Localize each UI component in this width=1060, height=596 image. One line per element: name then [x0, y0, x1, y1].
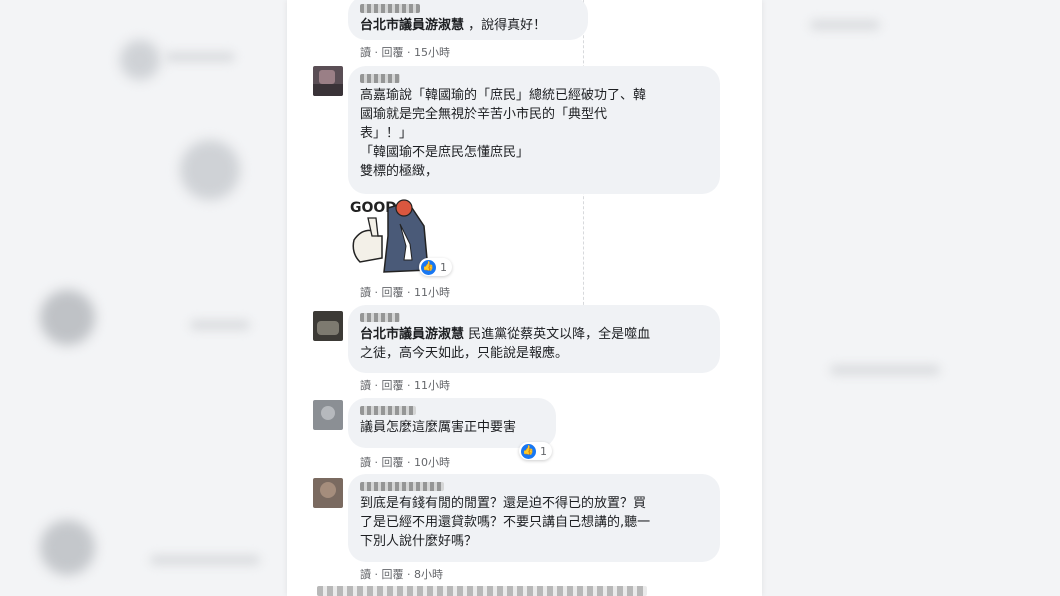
timestamp[interactable]: 8小時 [414, 568, 443, 581]
comment-thread-panel: 台北市議員游淑慧 ，說得真好！ 讀 · 回覆 · 15小時 高嘉瑜說「韓國瑜的「… [287, 0, 762, 596]
reply-action[interactable]: 回覆 [382, 456, 404, 469]
avatar[interactable] [313, 311, 343, 341]
reply-action[interactable]: 回覆 [382, 568, 404, 581]
reply-action[interactable]: 回覆 [382, 286, 404, 299]
comment-line: 到底是有錢有閒的閒置？還是迫不得已的放置？買 [360, 496, 647, 511]
reaction-count[interactable]: 👍 1 [419, 258, 452, 276]
comment-meta: 讀 · 回覆 · 11小時 [360, 286, 450, 299]
comment-meta: 讀 · 回覆 · 15小時 [360, 46, 450, 59]
reaction-count[interactable]: 👍 1 [519, 442, 552, 460]
comment-line: 了是已經不用還貸款嗎？不要只講自己想講的,聽一 [360, 515, 651, 530]
timestamp[interactable]: 11小時 [414, 379, 450, 392]
comment-line: 「韓國瑜不是庶民怎懂庶民」 [360, 145, 530, 160]
comment-line: 下別人說什麼好嗎？ [360, 534, 478, 549]
thumbs-up-icon: 👍 [521, 443, 536, 459]
like-action[interactable]: 讀 [360, 286, 371, 299]
comment-line: 民進黨從蔡英文以降，全是噬血 [464, 327, 651, 342]
reply-action[interactable]: 回覆 [382, 379, 404, 392]
like-action[interactable]: 讀 [360, 379, 371, 392]
avatar[interactable] [313, 66, 343, 96]
comment-line: 高嘉瑜說「韓國瑜的「庶民」總統已經破功了、韓 [360, 88, 647, 103]
timestamp[interactable]: 15小時 [414, 46, 450, 59]
comment-meta: 讀 · 回覆 · 8小時 [360, 568, 443, 581]
comment-meta: 讀 · 回覆 · 11小時 [360, 379, 450, 392]
blurred-footer-text [317, 586, 647, 596]
mention-tag[interactable]: 台北市議員游淑慧 [360, 18, 464, 33]
comment-bubble: 台北市議員游淑慧 民進黨從蔡英文以降，全是噬血 之徒，高今天如此，只能說是報應。 [348, 305, 720, 373]
comment-bubble: 高嘉瑜說「韓國瑜的「庶民」總統已經破功了、韓 國瑜就是完全無視於辛苦小市民的「典… [348, 66, 720, 194]
reply-action[interactable]: 回覆 [382, 46, 404, 59]
comment-line: 國瑜就是完全無視於辛苦小市民的「典型代 [360, 107, 608, 122]
avatar[interactable] [313, 478, 343, 508]
comment-line: 議員怎麼這麼厲害正中要害 [360, 420, 517, 435]
comment-line: 表」！」 [360, 126, 413, 141]
timestamp[interactable]: 10小時 [414, 456, 450, 469]
comment-bubble: 台北市議員游淑慧 ，說得真好！ [348, 0, 588, 40]
timestamp[interactable]: 11小時 [414, 286, 450, 299]
comment-bubble: 到底是有錢有閒的閒置？還是迫不得已的放置？買 了是已經不用還貸款嗎？不要只講自己… [348, 474, 720, 562]
comment-meta: 讀 · 回覆 · 10小時 [360, 456, 450, 469]
comment-text: ，說得真好！ [464, 18, 547, 33]
like-action[interactable]: 讀 [360, 456, 371, 469]
comment-bubble: 議員怎麼這麼厲害正中要害 [348, 398, 556, 448]
comment-line: 雙標的極緻， [360, 164, 439, 179]
comment-line: 之徒，高今天如此，只能說是報應。 [360, 346, 569, 361]
like-action[interactable]: 讀 [360, 568, 371, 581]
thumbs-up-icon: 👍 [421, 259, 436, 275]
like-action[interactable]: 讀 [360, 46, 371, 59]
mention-tag[interactable]: 台北市議員游淑慧 [360, 327, 464, 342]
avatar[interactable] [313, 400, 343, 430]
